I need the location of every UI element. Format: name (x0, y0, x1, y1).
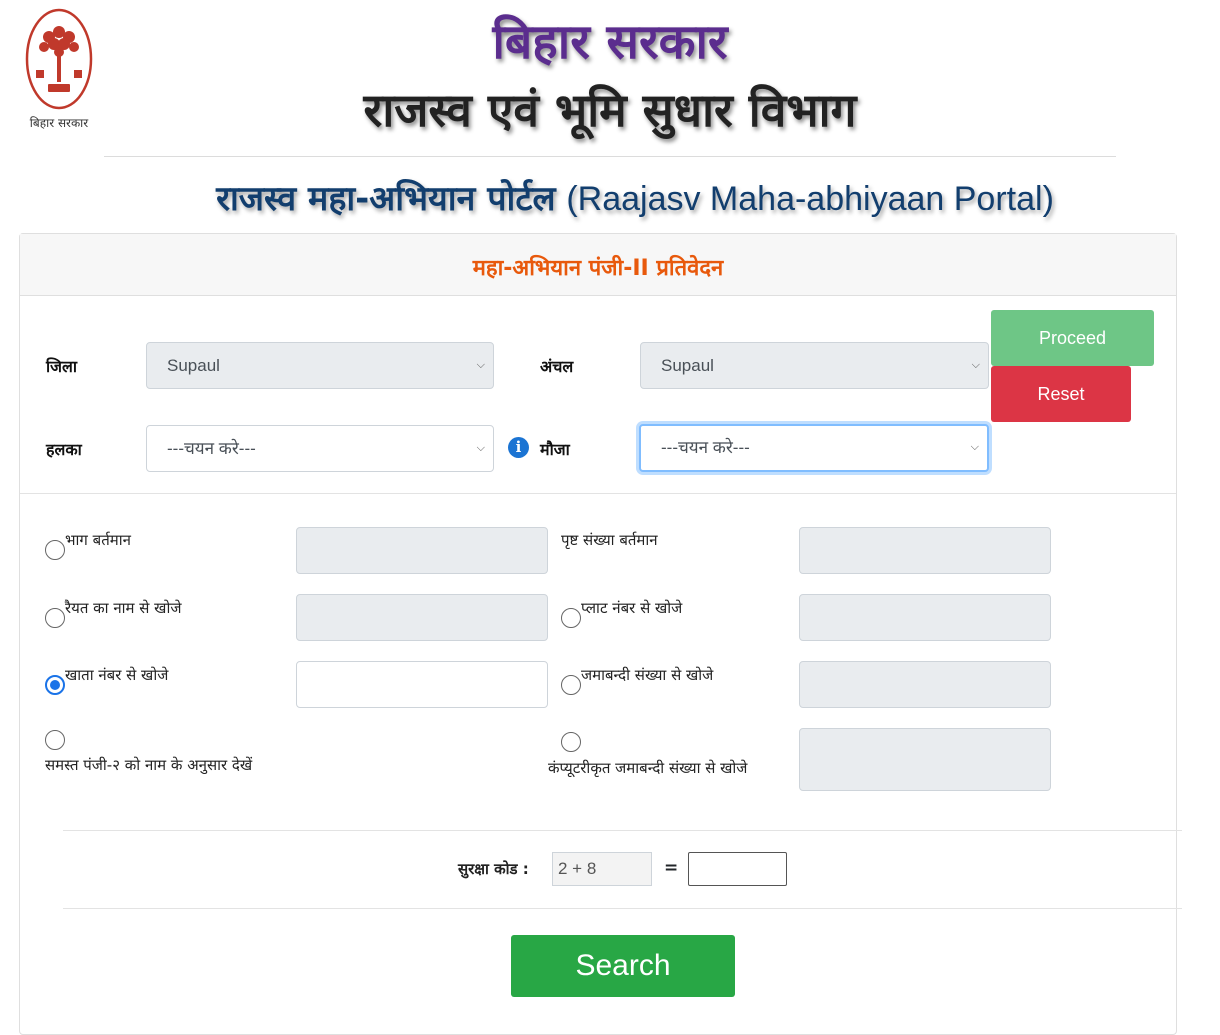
chevron-down-icon: ⌵ (476, 359, 485, 371)
plot-radio[interactable] (561, 608, 581, 628)
portal-title-english: (Raajasv Maha-abhiyaan Portal) (566, 180, 1054, 218)
bhag-label: भाग बर्तमान (65, 531, 131, 549)
jamabandi-radio[interactable] (561, 675, 581, 695)
plot-input[interactable] (799, 594, 1051, 641)
computerized-label: कंप्यूटरीकृत जमाबन्दी संख्या से खोजे (548, 759, 748, 777)
bhag-input[interactable] (296, 527, 548, 574)
raiyat-input[interactable] (296, 594, 548, 641)
proceed-button[interactable]: Proceed (991, 310, 1154, 366)
search-button[interactable]: Search (511, 935, 735, 997)
halka-label: हलका (46, 440, 82, 459)
circle-label: अंचल (540, 357, 574, 376)
security-answer-input[interactable] (688, 852, 787, 886)
district-select[interactable]: Supaul ⌵ (146, 342, 494, 389)
khata-input[interactable] (296, 661, 548, 708)
card-heading: महा-अभियान पंजी-II प्रतिवेदन (20, 234, 1176, 296)
header-divider (104, 156, 1116, 157)
equals-sign: = (664, 858, 679, 878)
section-divider (63, 908, 1182, 909)
section-divider (20, 493, 1176, 494)
khata-label: खाता नंबर से खोजे (65, 666, 169, 684)
info-icon[interactable]: i (508, 437, 529, 458)
computerized-radio[interactable] (561, 732, 581, 752)
raiyat-radio[interactable] (45, 608, 65, 628)
all-panji-radio[interactable] (45, 730, 65, 750)
khata-radio[interactable] (45, 675, 65, 695)
circle-select[interactable]: Supaul ⌵ (640, 342, 989, 389)
chevron-down-icon: ⌵ (970, 441, 979, 453)
district-label: जिला (46, 357, 78, 376)
plot-label: प्लाट नंबर से खोजे (581, 599, 683, 617)
page-input[interactable] (799, 527, 1051, 574)
halka-select[interactable]: ---चयन करे--- ⌵ (146, 425, 494, 472)
chevron-down-icon: ⌵ (971, 359, 980, 371)
reset-button[interactable]: Reset (991, 366, 1131, 422)
mauja-label: मौजा (540, 440, 570, 459)
department-title: राजस्व एवं भूमि सुधार विभाग (363, 83, 857, 137)
government-title: बिहार सरकार (492, 14, 728, 70)
chevron-down-icon: ⌵ (476, 442, 485, 454)
section-divider (63, 830, 1182, 831)
portal-title: राजस्व महा-अभियान पोर्टल (Raajasv Maha-a… (0, 176, 1220, 222)
page-label: पृष्ट संख्या बर्तमान (561, 531, 658, 549)
computerized-input[interactable] (799, 728, 1051, 791)
jamabandi-label: जमाबन्दी संख्या से खोजे (581, 666, 714, 684)
halka-value: ---चयन करे--- (167, 439, 256, 458)
raiyat-label: रैयत का नाम से खोजे (65, 599, 182, 617)
portal-title-hindi: राजस्व महा-अभियान पोर्टल (216, 179, 556, 219)
security-code-value: 2 + 8 (552, 852, 652, 886)
district-value: Supaul (167, 356, 220, 375)
mauja-select[interactable]: ---चयन करे--- ⌵ (639, 424, 989, 472)
all-panji-label: समस्त पंजी-२ को नाम के अनुसार देखें (45, 756, 253, 774)
bhag-radio[interactable] (45, 540, 65, 560)
circle-value: Supaul (661, 356, 714, 375)
mauja-value: ---चयन करे--- (661, 438, 750, 457)
jamabandi-input[interactable] (799, 661, 1051, 708)
security-code-label: सुरक्षा कोड : (458, 860, 529, 878)
